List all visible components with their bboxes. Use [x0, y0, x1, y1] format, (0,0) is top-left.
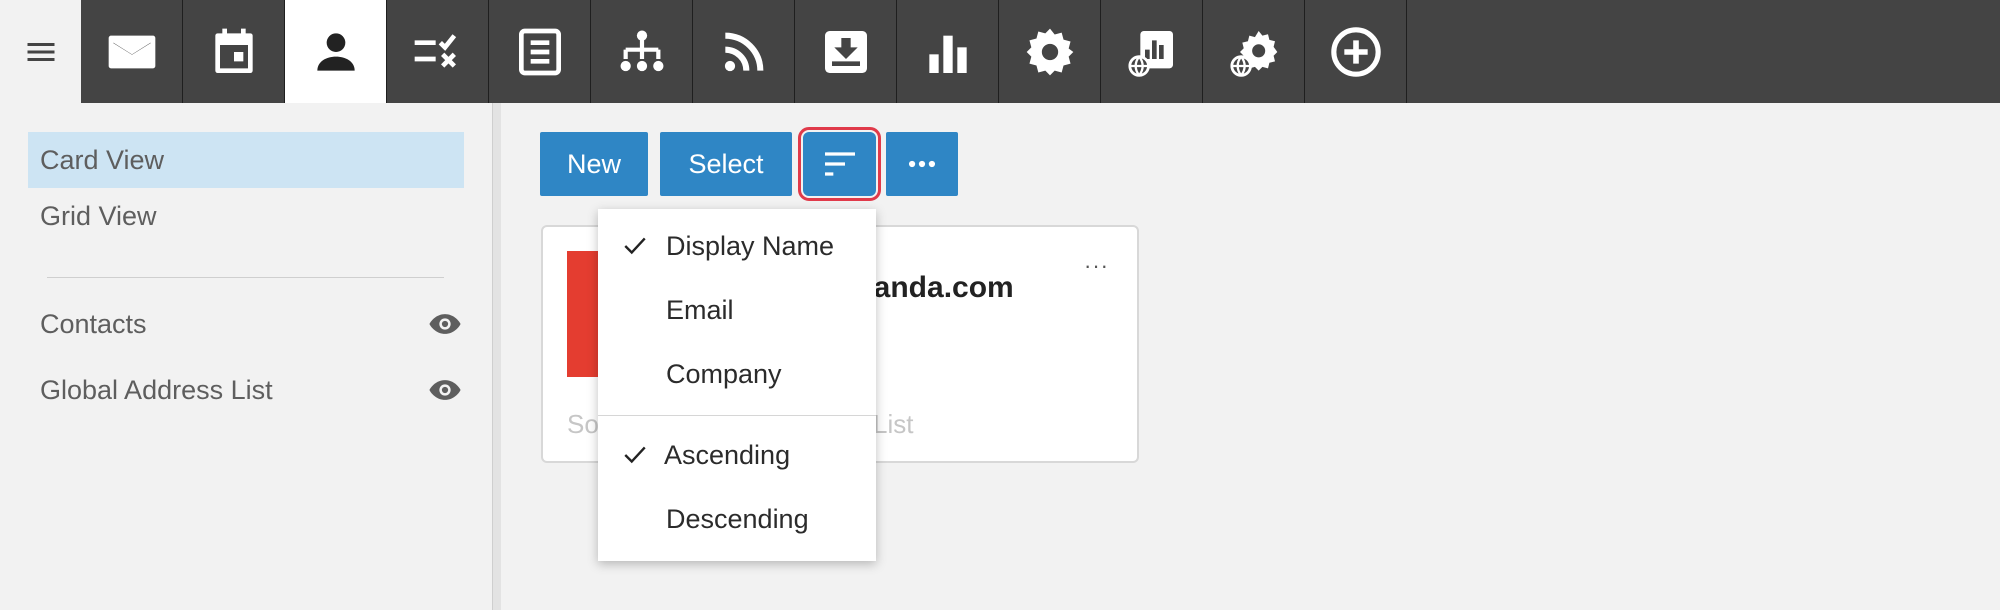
app-global-settings-button[interactable] [1203, 0, 1305, 103]
sidebar-item-global-address-list[interactable]: Global Address List [28, 362, 464, 418]
sort-field-email[interactable]: Email [598, 279, 876, 341]
contacts-icon [316, 32, 355, 71]
more-options-button[interactable] [886, 132, 958, 196]
app-org-chart-button[interactable] [591, 0, 693, 103]
hamburger-icon [27, 42, 54, 61]
sort-menu: Display Name Email Company Ascending Des… [598, 209, 876, 561]
sidebar-divider [47, 277, 444, 278]
menu-item-label: Company [666, 358, 782, 389]
sidebar-item-grid-view[interactable]: Grid View [28, 188, 464, 244]
app-settings-button[interactable] [999, 0, 1101, 103]
sidebar-item-label: Contacts [40, 308, 147, 339]
sort-order-ascending[interactable]: Ascending [598, 424, 876, 486]
sidebar-item-card-view[interactable]: Card View [28, 132, 464, 188]
card-footer-right: List [873, 409, 914, 439]
menu-item-label: Descending [666, 503, 809, 534]
notes-icon [518, 28, 561, 75]
hamburger-menu-button[interactable] [0, 0, 81, 103]
tasks-icon [414, 33, 456, 68]
sort-order-descending[interactable]: Descending [598, 488, 876, 550]
new-button[interactable]: New [540, 132, 648, 196]
app-tasks-button[interactable] [387, 0, 489, 103]
calendar-icon [214, 28, 253, 73]
sidebar-item-label: Grid View [40, 200, 157, 231]
menu-divider [598, 415, 876, 416]
sidebar-item-label: Card View [40, 144, 165, 175]
app-statistics-button[interactable] [897, 0, 999, 103]
add-circle-icon [1330, 26, 1381, 77]
app-rss-button[interactable] [693, 0, 795, 103]
menu-item-label: Display Name [666, 230, 835, 261]
app-mail-button[interactable] [81, 0, 183, 103]
eye-icon[interactable] [428, 307, 462, 341]
rss-feed-icon [724, 32, 763, 71]
app-notes-button[interactable] [489, 0, 591, 103]
bar-chart-icon [928, 35, 967, 73]
card-more-button[interactable]: ··· [1084, 253, 1109, 279]
mail-icon [108, 35, 155, 68]
contact-card-footer: So List [567, 409, 913, 440]
app-contacts-button[interactable] [285, 0, 387, 103]
app-inbox-download-button[interactable] [795, 0, 897, 103]
card-footer-left: So [567, 409, 599, 439]
settings-gear-icon [1026, 28, 1073, 75]
app-global-reports-button[interactable] [1101, 0, 1203, 103]
inbox-download-icon [824, 30, 867, 73]
select-button-label: Select [688, 148, 764, 179]
menu-item-label: Email [666, 294, 734, 325]
org-chart-icon [620, 30, 663, 71]
sort-field-company[interactable]: Company [598, 343, 876, 405]
sort-field-display-name[interactable]: Display Name [598, 215, 876, 277]
top-app-bar [0, 0, 2000, 103]
eye-icon[interactable] [428, 373, 462, 407]
select-button[interactable]: Select [660, 132, 792, 196]
more-horizontal-icon [908, 160, 936, 168]
sidebar-item-label: Global Address List [40, 374, 273, 405]
check-icon [624, 446, 646, 464]
sort-icon [824, 152, 855, 176]
global-reports-icon [1127, 30, 1173, 77]
sidebar-item-contacts[interactable]: Contacts [28, 296, 464, 352]
global-settings-icon [1229, 30, 1277, 77]
new-button-label: New [566, 148, 621, 179]
sidebar-splitter[interactable] [492, 103, 501, 610]
check-icon [624, 237, 646, 255]
app-calendar-button[interactable] [183, 0, 285, 103]
sort-button[interactable] [798, 127, 881, 201]
app-add-button[interactable] [1305, 0, 1407, 103]
menu-item-label: Ascending [664, 439, 791, 470]
